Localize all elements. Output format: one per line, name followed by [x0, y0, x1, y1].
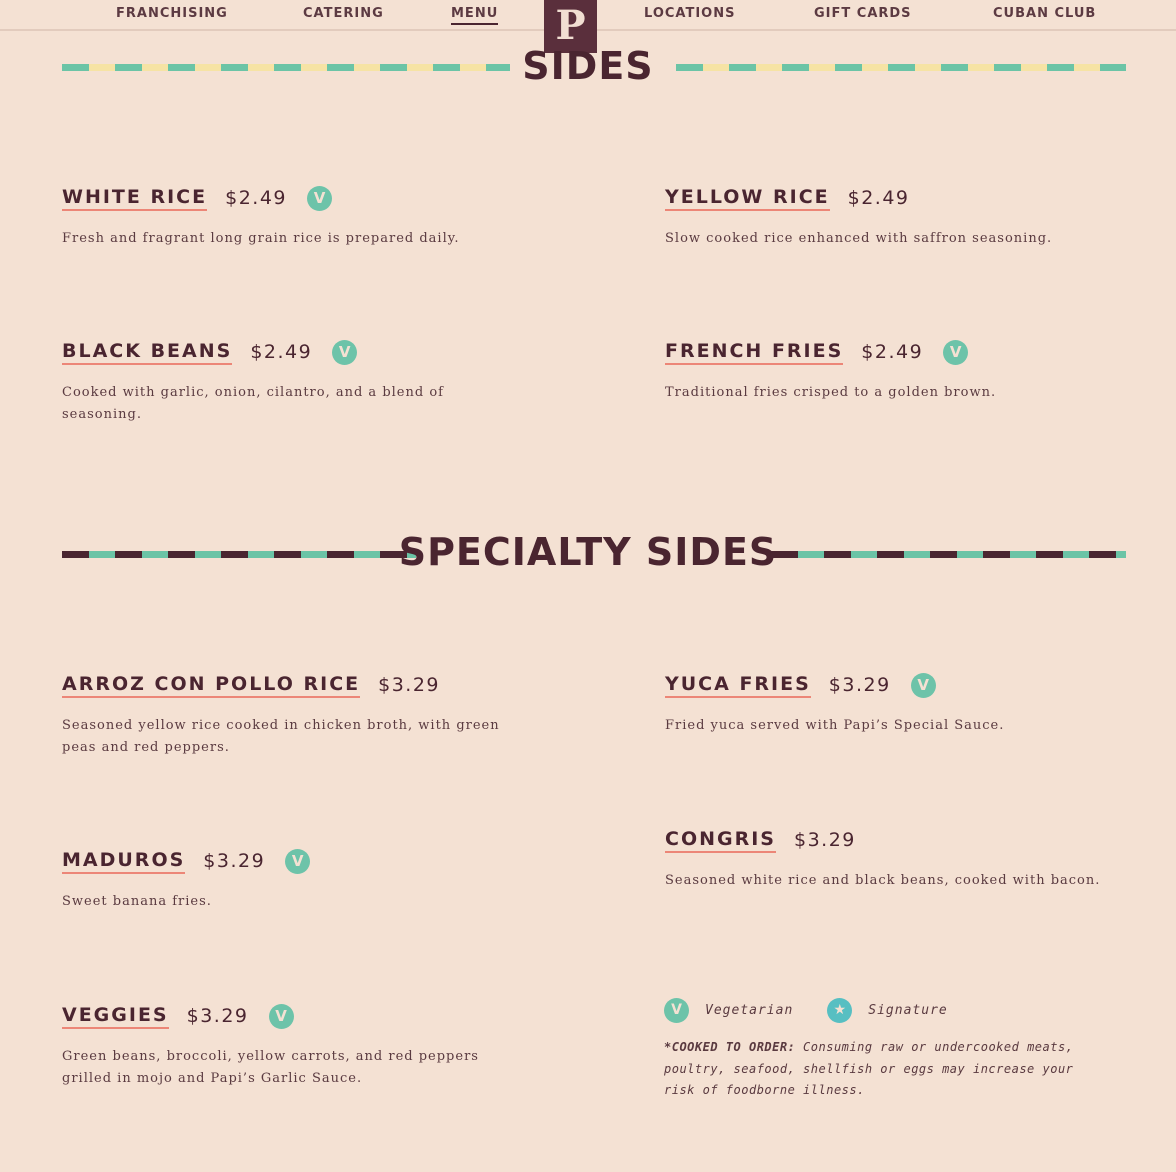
item-description: Cooked with garlic, onion, cilantro, and… — [62, 385, 444, 422]
menu-item: FRENCH FRIES $2.49 V Traditional fries c… — [665, 337, 1105, 404]
vegetarian-badge-icon: V — [332, 339, 358, 365]
nav-gift-cards[interactable]: GIFT CARDS — [814, 6, 912, 21]
nav-catering[interactable]: CATERING — [303, 6, 384, 21]
vegetarian-badge-icon: V — [943, 339, 969, 365]
item-name[interactable]: YELLOW RICE — [665, 186, 830, 211]
legend-signature-label: Signature — [868, 1002, 948, 1018]
item-name[interactable]: CONGRIS — [665, 828, 776, 853]
nav-menu[interactable]: MENU — [451, 6, 499, 25]
nav-franchising[interactable]: FRANCHISING — [116, 6, 228, 21]
item-header: WHITE RICE $2.49 V — [62, 183, 502, 213]
section-title-specialty-sides: SPECIALTY SIDES — [398, 530, 778, 574]
item-price: $3.29 — [828, 674, 891, 696]
nav-locations[interactable]: LOCATIONS — [644, 6, 735, 21]
disclaimer-heading: *COOKED TO ORDER: — [664, 1040, 796, 1054]
legend: V Vegetarian ★ Signature *COOKED TO ORDE… — [664, 997, 1084, 1102]
item-price: $2.49 — [250, 341, 313, 363]
vegetarian-icon: V — [664, 997, 689, 1023]
item-description: Fried yuca served with Papi’s Special Sa… — [665, 718, 1005, 733]
item-price: $2.49 — [861, 341, 924, 363]
menu-item: BLACK BEANS $2.49 V Cooked with garlic, … — [62, 337, 502, 425]
star-signature-icon: ★ — [827, 997, 853, 1023]
item-description: Green beans, broccoli, yellow carrots, a… — [62, 1049, 479, 1086]
item-header: BLACK BEANS $2.49 V — [62, 337, 502, 367]
menu-item: MADUROS $3.29 V Sweet banana fries. — [62, 846, 502, 913]
vegetarian-badge-icon: V — [910, 672, 936, 698]
item-name[interactable]: WHITE RICE — [62, 186, 208, 211]
item-header: YELLOW RICE $2.49 — [665, 183, 1105, 213]
item-name[interactable]: VEGGIES — [62, 1004, 169, 1029]
item-header: YUCA FRIES $3.29 V — [665, 670, 1105, 700]
item-name[interactable]: FRENCH FRIES — [665, 340, 844, 365]
item-description: Traditional fries crisped to a golden br… — [665, 385, 997, 400]
menu-item: ARROZ CON POLLO RICE $3.29 Seasoned yell… — [62, 670, 502, 758]
menu-item: YELLOW RICE $2.49 Slow cooked rice enhan… — [665, 183, 1105, 250]
item-price: $2.49 — [225, 187, 288, 209]
item-price: $2.49 — [847, 187, 910, 209]
nav-cuban-club[interactable]: CUBAN CLUB — [993, 6, 1096, 21]
menu-item: WHITE RICE $2.49 V Fresh and fragrant lo… — [62, 183, 502, 250]
item-name[interactable]: ARROZ CON POLLO RICE — [62, 673, 361, 698]
item-header: FRENCH FRIES $2.49 V — [665, 337, 1105, 367]
vegetarian-badge-icon: V — [268, 1003, 294, 1029]
item-name[interactable]: YUCA FRIES — [665, 673, 811, 698]
section-title-sides: SIDES — [522, 44, 654, 88]
item-header: VEGGIES $3.29 V — [62, 1001, 502, 1031]
item-description: Sweet banana fries. — [62, 894, 212, 909]
vegetarian-badge-icon: V — [307, 185, 333, 211]
item-header: ARROZ CON POLLO RICE $3.29 — [62, 670, 502, 700]
item-description: Slow cooked rice enhanced with saffron s… — [665, 231, 1053, 246]
item-description: Seasoned yellow rice cooked in chicken b… — [62, 718, 500, 755]
item-header: MADUROS $3.29 V — [62, 846, 502, 876]
item-price: $3.29 — [186, 1005, 249, 1027]
vegetarian-badge-icon: V — [285, 848, 311, 874]
item-header: CONGRIS $3.29 — [665, 825, 1105, 855]
item-price: $3.29 — [203, 850, 266, 872]
item-name[interactable]: BLACK BEANS — [62, 340, 233, 365]
legend-row: V Vegetarian ★ Signature — [664, 997, 1084, 1023]
item-name[interactable]: MADUROS — [62, 849, 186, 874]
menu-item: YUCA FRIES $3.29 V Fried yuca served wit… — [665, 670, 1105, 737]
menu-item: VEGGIES $3.29 V Green beans, broccoli, y… — [62, 1001, 502, 1089]
logo-letter: P — [555, 2, 586, 49]
item-description: Fresh and fragrant long grain rice is pr… — [62, 231, 460, 246]
disclaimer: *COOKED TO ORDER: Consuming raw or under… — [664, 1037, 1084, 1102]
item-price: $3.29 — [378, 674, 441, 696]
item-description: Seasoned white rice and black beans, coo… — [665, 873, 1101, 888]
menu-item: CONGRIS $3.29 Seasoned white rice and bl… — [665, 825, 1105, 892]
item-price: $3.29 — [793, 829, 856, 851]
legend-vegetarian-label: Vegetarian — [705, 1002, 794, 1018]
